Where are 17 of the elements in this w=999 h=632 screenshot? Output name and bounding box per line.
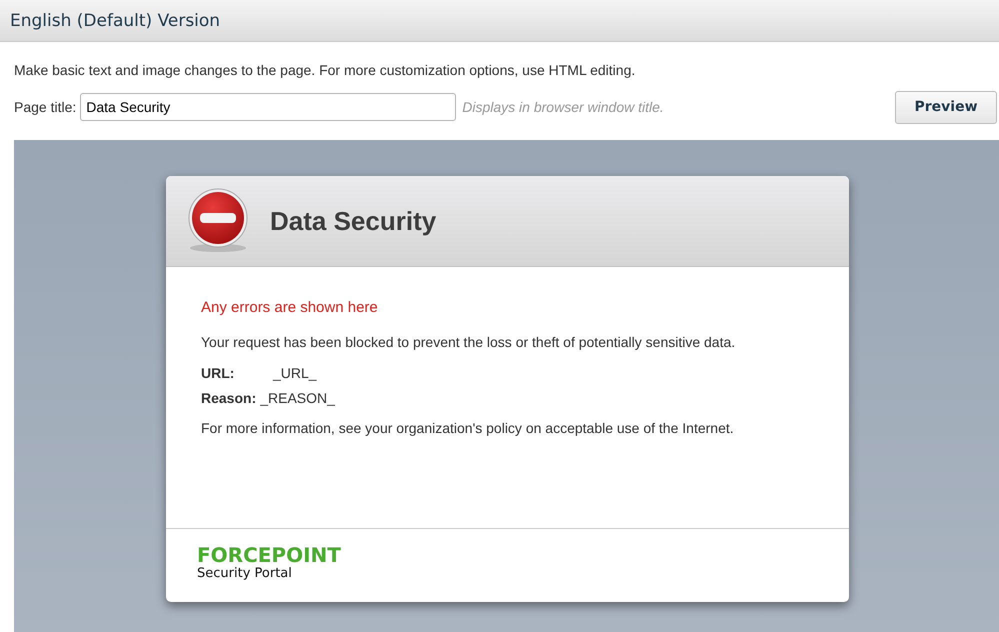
detail-label: URL: — [201, 365, 236, 381]
brand-name: FORCEPOINT — [197, 544, 342, 566]
no-entry-icon — [186, 188, 250, 254]
detail-value: _REASON_ — [260, 390, 335, 406]
field-label: Page title: — [14, 99, 76, 115]
preview-button[interactable]: Preview — [895, 90, 997, 124]
info-message: For more information, see your organization's policy on acceptable use of the Internet. — [201, 420, 735, 437]
page-title-field[interactable]: Data Security — [80, 93, 456, 121]
detail-value: _URL_ — [273, 365, 317, 381]
detail-label: Reason: — [201, 390, 256, 406]
error-message: Any errors are shown here — [201, 299, 379, 316]
card-title: Data Security — [270, 206, 436, 236]
field-hint: Displays in browser window title. — [462, 99, 664, 115]
section-title: English (Default) Version — [10, 10, 220, 30]
blocked-message: Your request has been blocked to prevent the loss or theft of potentially sensitive data. — [201, 334, 736, 351]
description: Make basic text and image changes to the page. For more customization options, use HTML editing. — [14, 62, 636, 78]
brand-subtitle: Security Portal — [197, 566, 293, 581]
